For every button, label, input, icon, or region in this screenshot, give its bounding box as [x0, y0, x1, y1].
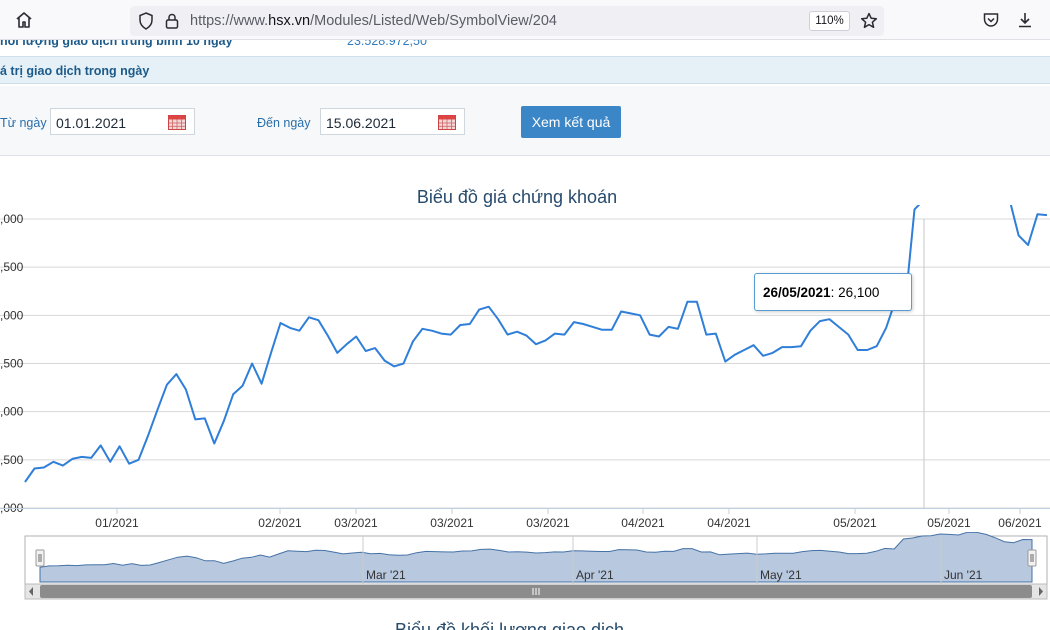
y-tick-label: ,000 [0, 212, 24, 226]
x-tick-label: 05/2021 [833, 516, 877, 530]
from-date-input[interactable]: 01.01.2021 [50, 108, 195, 135]
shield-icon[interactable] [135, 10, 157, 32]
home-icon[interactable] [13, 9, 35, 31]
x-tick-label: 03/2021 [334, 516, 378, 530]
y-tick-label: ,500 [0, 453, 24, 467]
browser-toolbar: https://www.hsx.vn/Modules/Listed/Web/Sy… [0, 0, 1050, 40]
from-date-label: Từ ngày [0, 116, 47, 130]
navigator-tick-label: May '21 [760, 568, 802, 582]
zoom-level-badge[interactable]: 110% [809, 11, 850, 31]
calendar-icon[interactable] [168, 114, 186, 130]
y-tick-label: ,500 [0, 357, 24, 371]
navigator-handle[interactable] [1027, 549, 1037, 567]
avg-volume-row: hối lượng giao dịch trung bình 10 ngày 2… [0, 40, 1050, 55]
date-filter-panel: Từ ngày 01.01.2021 Đến ngày 15.06.2021 X… [0, 86, 1050, 156]
view-results-button[interactable]: Xem kết quả [521, 106, 621, 138]
bookmark-star-icon[interactable] [858, 10, 880, 32]
avg-volume-value: 23.528.972,50 [347, 40, 427, 48]
y-tick-label: ,000 [0, 405, 24, 419]
to-date-input[interactable]: 15.06.2021 [320, 108, 465, 135]
x-tick-label: 06/2021 [998, 516, 1042, 530]
navigator-handle[interactable] [35, 549, 45, 567]
x-tick-label: 01/2021 [95, 516, 139, 530]
tooltip-value: 26,100 [838, 285, 880, 300]
avg-volume-label: hối lượng giao dịch trung bình 10 ngày [0, 40, 233, 48]
price-chart[interactable]: ,000,500,000,500,000,500,00001/2021 02/20… [0, 205, 1050, 535]
section-header-label: á trị giao dịch trong ngày [0, 64, 150, 78]
price-series-line [24, 205, 1048, 483]
address-bar[interactable]: https://www.hsx.vn/Modules/Listed/Web/Sy… [130, 6, 884, 36]
x-tick-label: 04/2021 [621, 516, 665, 530]
navigator-tick-label: Apr '21 [576, 568, 614, 582]
x-tick-label: 04/2021 [707, 516, 751, 530]
lock-icon[interactable] [161, 10, 183, 32]
volume-chart-title: Biểu đồ khối lượng giao dịch [395, 620, 624, 630]
download-icon[interactable] [1014, 9, 1036, 31]
x-tick-label: 03/2021 [526, 516, 570, 530]
section-header: á trị giao dịch trong ngày [0, 56, 1050, 84]
chart-tooltip: 26/05/2021: 26,100 [754, 273, 912, 311]
x-tick-label: 02/2021 [258, 516, 302, 530]
x-tick-label: 05/2021 [927, 516, 971, 530]
navigator-tick-label: Mar '21 [366, 568, 406, 582]
calendar-icon[interactable] [438, 114, 456, 130]
x-tick-label: 03/2021 [430, 516, 474, 530]
y-tick-label: ,000 [0, 308, 24, 322]
chart-navigator[interactable]: Mar '21 Apr '21 May '21 Jun '21 [0, 532, 1050, 602]
tooltip-date: 26/05/2021 [763, 285, 831, 300]
pocket-icon[interactable] [980, 9, 1002, 31]
to-date-label: Đến ngày [257, 116, 311, 130]
url-text: https://www.hsx.vn/Modules/Listed/Web/Sy… [190, 13, 557, 29]
y-tick-label: ,500 [0, 260, 24, 274]
navigator-tick-label: Jun '21 [944, 568, 983, 582]
